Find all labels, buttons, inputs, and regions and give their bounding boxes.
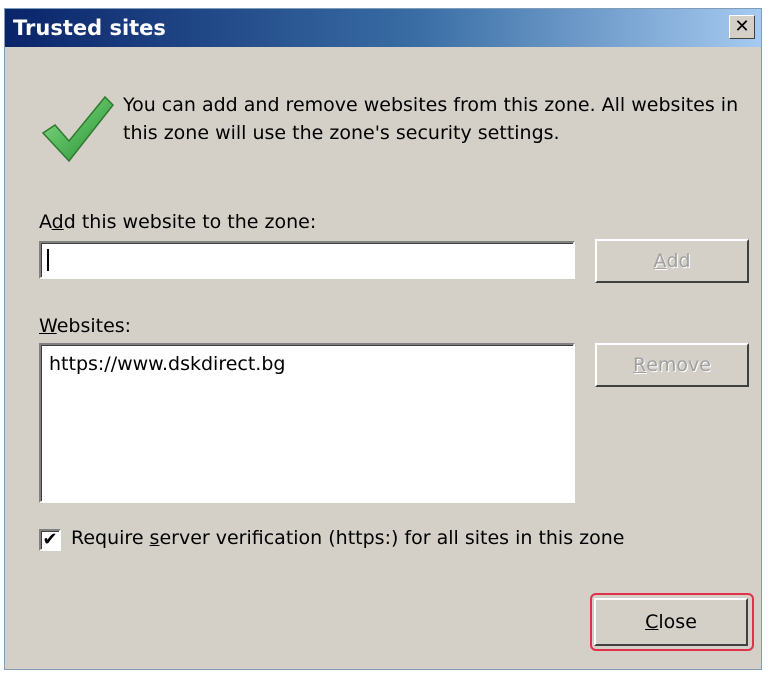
close-icon: ✕ (734, 16, 750, 37)
close-window-button[interactable]: ✕ (729, 15, 755, 39)
green-checkmark-icon (41, 95, 115, 163)
close-button[interactable]: Close (594, 598, 748, 646)
remove-button[interactable]: Remove (595, 343, 749, 387)
require-verification-checkbox[interactable]: ✔ (39, 529, 61, 551)
websites-label: Websites: (39, 315, 132, 337)
add-website-label: Add this website to the zone: (39, 211, 317, 233)
intro-text: You can add and remove websites from thi… (123, 94, 739, 144)
websites-list[interactable]: https://www.dskdirect.bg (39, 343, 575, 503)
text-caret (47, 249, 49, 271)
trusted-sites-dialog: Trusted sites ✕ You can add and remove w… (4, 8, 762, 670)
close-button-highlight: Close (590, 593, 754, 651)
title-bar[interactable]: Trusted sites ✕ (5, 9, 761, 47)
add-button[interactable]: Add (595, 239, 749, 283)
list-item[interactable]: https://www.dskdirect.bg (49, 353, 285, 375)
add-website-input[interactable] (39, 241, 575, 279)
require-verification-label: Require server verification (https:) for… (71, 527, 625, 549)
window-title: Trusted sites (13, 16, 166, 40)
